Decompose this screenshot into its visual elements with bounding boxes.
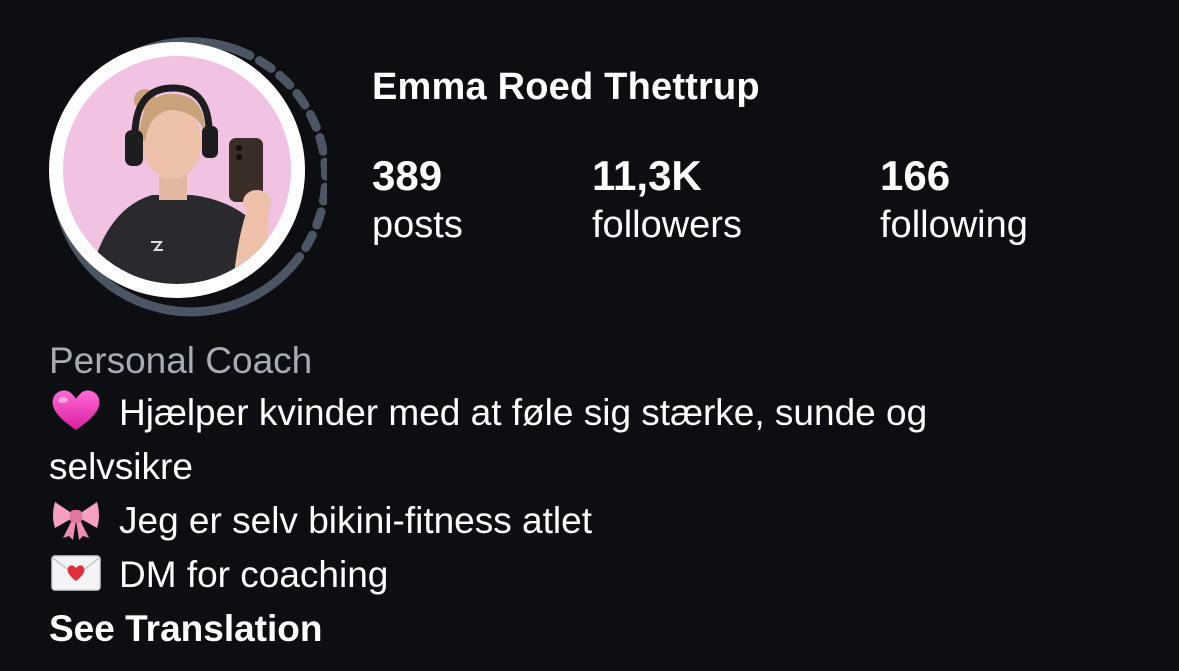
bio-line-1: Hjælper kvinder med at føle sig stærke, … [49, 386, 1149, 440]
followers-count: 11,3K [592, 152, 702, 199]
posts-label: posts [372, 204, 463, 246]
love-letter-icon [51, 555, 101, 591]
followers-stat[interactable]: 11,3K followers [592, 152, 742, 250]
bio-text-1b: selvsikre [49, 446, 193, 487]
followers-label: followers [592, 204, 742, 246]
ribbon-bow-icon [53, 502, 99, 540]
bio-text-2: Jeg er selv bikini-fitness atlet [119, 500, 592, 541]
posts-count: 389 [372, 152, 443, 199]
bio-text-1: Hjælper kvinder med at føle sig stærke, … [119, 392, 928, 433]
profile-category: Personal Coach [49, 340, 313, 381]
bio-text-3: DM for coaching [119, 554, 389, 595]
profile-avatar[interactable] [27, 20, 327, 320]
posts-stat[interactable]: 389 posts [372, 152, 463, 250]
following-label: following [880, 204, 1028, 246]
profile-bio: Hjælper kvinder med at føle sig stærke, … [49, 386, 1149, 602]
see-translation-link[interactable]: See Translation [49, 604, 323, 654]
profile-name: Emma Roed Thettrup [372, 66, 760, 108]
bio-line-2: Jeg er selv bikini-fitness atlet [49, 494, 1149, 548]
bio-line-3: DM for coaching [49, 548, 1149, 602]
pink-heart-icon [52, 390, 100, 430]
following-count: 166 [880, 152, 951, 199]
story-ring [49, 37, 327, 317]
following-stat[interactable]: 166 following [880, 152, 1028, 250]
